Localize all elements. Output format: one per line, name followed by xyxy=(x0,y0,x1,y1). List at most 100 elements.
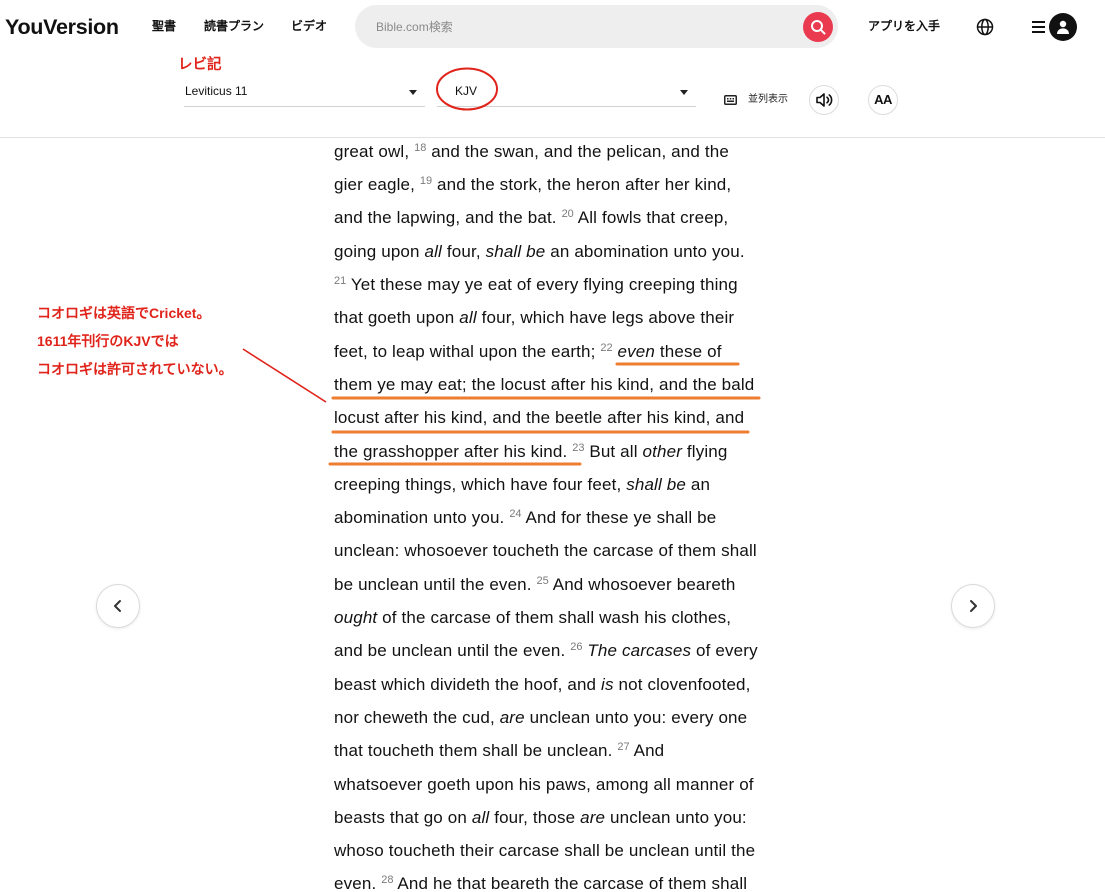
search-icon xyxy=(811,20,826,35)
verse-text: And he that beareth the carcase of them … xyxy=(393,874,748,892)
verse-number: 24 xyxy=(509,508,522,521)
verse-text: four, xyxy=(441,241,486,261)
parallel-view-toggle[interactable]: 並列表示 xyxy=(724,92,788,108)
language-button[interactable] xyxy=(976,18,994,36)
youversion-logo[interactable]: YouVersion xyxy=(5,13,119,41)
text-line: whoso toucheth their carcase shall be un… xyxy=(334,834,774,867)
note-line: 1611年刊行のKJVでは xyxy=(37,333,179,349)
verse-number: 28 xyxy=(381,874,394,887)
verse-text: be unclean until the even. xyxy=(334,574,537,594)
verse-text: and the lapwing, and the bat. xyxy=(334,208,562,228)
italic-text: even xyxy=(617,341,655,361)
version-selector[interactable]: KJV xyxy=(437,78,696,107)
text-line: beast which divideth the hoof, and is no… xyxy=(334,668,774,701)
verse-text: four, which have legs above their xyxy=(476,308,735,328)
globe-icon xyxy=(976,18,994,36)
verse-text: them ye may eat; the locust after his ki… xyxy=(334,374,755,394)
text-line: creeping things, which have four feet, s… xyxy=(334,468,774,501)
verse-text: of the carcase of them shall wash his cl… xyxy=(377,608,732,628)
nav-videos[interactable]: ビデオ xyxy=(291,17,327,35)
verse-text: an xyxy=(685,474,711,494)
menu-icon xyxy=(1032,21,1045,33)
text-line: that toucheth them shall be unclean. 27 … xyxy=(334,734,774,767)
verse-text: unclean unto you: xyxy=(605,807,747,827)
verse-number: 27 xyxy=(617,741,630,754)
verse-text: creeping things, which have four feet, xyxy=(334,474,627,494)
verse-text: Yet these may ye eat of every flying cre… xyxy=(346,275,738,295)
text-line: great owl, 18 and the swan, and the peli… xyxy=(334,138,774,168)
verse-text: beasts that go on xyxy=(334,807,472,827)
account-menu-button[interactable] xyxy=(1032,13,1077,41)
verse-text: whatsoever goeth upon his paws, among al… xyxy=(334,774,754,794)
italic-text: all xyxy=(471,807,490,827)
parallel-icon xyxy=(724,95,737,105)
next-chapter-button[interactable] xyxy=(951,584,995,628)
italic-text: shall be xyxy=(485,241,546,261)
book-name-annotation: レビ記 xyxy=(178,57,222,73)
speaker-icon xyxy=(816,93,833,107)
previous-chapter-button[interactable] xyxy=(96,584,140,628)
verse-text: four, those xyxy=(489,807,581,827)
verse-number: 18 xyxy=(414,141,427,154)
text-line: feet, to leap withal upon the earth; 22 … xyxy=(334,335,774,368)
text-line: unclean: whosoever toucheth the carcase … xyxy=(334,534,774,567)
text-line: the grasshopper after his kind. 23 But a… xyxy=(334,435,774,468)
verse-text: And whosoever beareth xyxy=(548,574,736,594)
chevron-left-icon xyxy=(114,600,121,612)
text-line: locust after his kind, and the beetle af… xyxy=(334,401,774,434)
cricket-note-annotation: コオロギは英語でCricket。 1611年刊行のKJVでは コオロギは許可され… xyxy=(37,299,233,383)
note-line: コオロギは英語でCricket。 xyxy=(37,305,211,321)
italic-text: ought xyxy=(334,608,378,628)
verse-text: All fowls that creep, xyxy=(573,208,729,228)
text-line: be unclean until the even. 25 And whosoe… xyxy=(334,568,774,601)
text-line: going upon all four, shall be an abomina… xyxy=(334,235,774,268)
italic-text: other xyxy=(642,441,683,461)
verse-text: And xyxy=(629,741,665,761)
text-line: abomination unto you. 24 And for these y… xyxy=(334,501,774,534)
verse-number: 20 xyxy=(561,208,574,221)
nav-bible[interactable]: 聖書 xyxy=(152,17,176,35)
verse-text: nor cheweth the cud, xyxy=(334,707,500,727)
verse-text: even. xyxy=(334,874,382,892)
italic-text: The carcases xyxy=(587,641,692,661)
verse-text: gier eagle, xyxy=(334,175,420,195)
italic-text: are xyxy=(580,807,606,827)
italic-text: all xyxy=(459,308,477,328)
verse-number: 19 xyxy=(419,175,433,188)
search-bar xyxy=(355,5,838,48)
text-line: ought of the carcase of them shall wash … xyxy=(334,601,774,634)
audio-button[interactable] xyxy=(809,85,839,115)
avatar xyxy=(1049,13,1077,41)
search-button[interactable] xyxy=(803,12,833,42)
verse-text: of every xyxy=(691,641,758,661)
text-line: 21 Yet these may ye eat of every flying … xyxy=(334,268,774,301)
book-selector[interactable]: Leviticus 11 xyxy=(184,78,425,107)
italic-text: is xyxy=(601,674,614,694)
verse-number: 21 xyxy=(334,275,347,288)
chapter-text-lines: great owl, 18 and the swan, and the peli… xyxy=(334,138,774,892)
user-icon xyxy=(1057,20,1069,34)
font-settings-label: AA xyxy=(874,92,892,107)
text-line: them ye may eat; the locust after his ki… xyxy=(334,368,774,401)
text-line: even. 28 And he that beareth the carcase… xyxy=(334,867,774,892)
search-input[interactable] xyxy=(376,5,796,48)
text-line: and be unclean until the even. 26 The ca… xyxy=(334,634,774,667)
parallel-view-label: 並列表示 xyxy=(748,94,788,105)
caret-down-icon xyxy=(680,90,688,95)
font-settings-button[interactable]: AA xyxy=(868,85,898,115)
verse-text: abomination unto you. xyxy=(334,508,510,528)
nav-reading-plans[interactable]: 読書プラン xyxy=(204,17,264,35)
text-line: whatsoever goeth upon his paws, among al… xyxy=(334,768,774,801)
verse-text: flying xyxy=(682,441,728,461)
verse-text: the grasshopper after his kind. xyxy=(334,441,573,461)
version-selector-label: KJV xyxy=(455,84,478,98)
italic-text: are xyxy=(499,707,525,727)
text-line: beasts that go on all four, those are un… xyxy=(334,801,774,834)
verse-number: 23 xyxy=(572,441,585,454)
text-line: that goeth upon all four, which have leg… xyxy=(334,301,774,334)
verse-text: not clovenfooted, xyxy=(613,674,751,694)
chapter-text: great owl, 18 and the swan, and the peli… xyxy=(334,138,774,892)
verse-text: going upon xyxy=(334,241,425,261)
verse-text: unclean: whosoever toucheth the carcase … xyxy=(334,541,757,561)
get-app-link[interactable]: アプリを入手 xyxy=(868,17,940,35)
